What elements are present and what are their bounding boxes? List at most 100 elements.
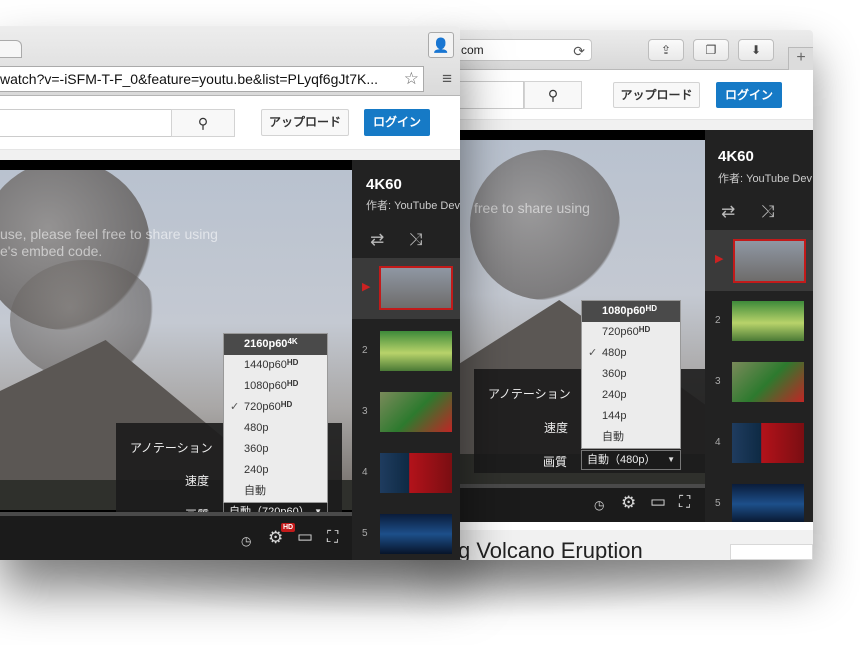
shuffle-icon[interactable]: ⤨ bbox=[761, 202, 775, 222]
playlist-index: 3 bbox=[715, 376, 721, 387]
quality-option[interactable]: 2160p604K bbox=[224, 334, 327, 355]
fullscreen-icon[interactable]: ⛶ bbox=[327, 530, 338, 546]
search-button[interactable]: ⚲ bbox=[524, 81, 582, 109]
playlist-item[interactable]: ▶ bbox=[705, 230, 813, 291]
playlist-item[interactable]: 5 bbox=[705, 474, 813, 522]
thumbnail-show bbox=[732, 423, 804, 463]
quality-option[interactable]: 480p bbox=[224, 418, 327, 439]
quality-option[interactable]: ✓ 720p60HD bbox=[224, 397, 327, 418]
quality-option-label: 1440p60 bbox=[244, 359, 287, 371]
playlist-item[interactable]: 4 bbox=[352, 443, 460, 504]
back-browser-window: com ⟳ ⇪ ❐ ⬇ + ⚲ アップロード ログイン free to shar… bbox=[440, 30, 813, 560]
thumbnail-costume bbox=[380, 392, 452, 432]
menu-icon[interactable]: ≡ bbox=[442, 69, 452, 89]
quality-option[interactable]: 360p bbox=[582, 364, 680, 385]
quality-select[interactable]: 自動（480p） ▼ bbox=[581, 450, 681, 470]
profile-icon: 👤 bbox=[432, 37, 450, 53]
theater-mode-icon[interactable]: ▭ bbox=[297, 528, 313, 545]
quality-option[interactable]: ✓ 480p bbox=[582, 343, 680, 364]
gear-icon[interactable]: ⚙ bbox=[621, 494, 636, 511]
quality-option[interactable]: 360p bbox=[224, 439, 327, 460]
theater-mode-icon[interactable]: ▭ bbox=[650, 493, 666, 510]
address-bar[interactable]: watch?v=-iSFM-T-F_0&feature=youtu.be&lis… bbox=[0, 66, 424, 92]
login-button[interactable]: ログイン bbox=[364, 109, 430, 136]
playlist-item[interactable]: ▶ bbox=[352, 258, 460, 319]
quality-option[interactable]: 1440p60HD bbox=[224, 355, 327, 376]
clock-icon[interactable]: ◷ bbox=[594, 498, 604, 512]
video-watermark-line2: e's embed code. bbox=[0, 243, 103, 259]
search-input[interactable] bbox=[0, 109, 172, 137]
playlist-index: 4 bbox=[362, 467, 368, 478]
playlist-index: 2 bbox=[715, 315, 721, 326]
quality-select-value: 自動（480p） bbox=[587, 454, 656, 466]
video-player[interactable]: free to share using アノテーション 速度 画質 自動（480… bbox=[440, 130, 705, 522]
browser-tab[interactable] bbox=[0, 40, 22, 58]
quality-option[interactable]: 720p60HD bbox=[582, 322, 680, 343]
quality-option[interactable]: 1080p60HD bbox=[582, 301, 680, 322]
speed-label: 速度 bbox=[185, 474, 210, 488]
downloads-button[interactable]: ⬇ bbox=[738, 39, 774, 61]
repeat-icon[interactable]: ⇄ bbox=[370, 230, 384, 250]
fullscreen-icon[interactable]: ⛶ bbox=[679, 495, 690, 511]
upload-button[interactable]: アップロード bbox=[261, 109, 349, 136]
quality-badge: 4K bbox=[287, 337, 298, 346]
shuffle-icon[interactable]: ⤨ bbox=[409, 230, 423, 250]
repeat-icon[interactable]: ⇄ bbox=[721, 202, 735, 222]
upload-button[interactable]: アップロード bbox=[613, 82, 700, 108]
video-player[interactable]: use, please feel free to share using e's… bbox=[0, 160, 352, 560]
reload-icon[interactable]: ⟳ bbox=[573, 41, 585, 61]
thumbnail-show bbox=[380, 453, 452, 493]
player-controls[interactable]: ◷ ⚙ ▭ ⛶ bbox=[440, 484, 705, 522]
page-background bbox=[0, 150, 460, 160]
thumbnail-tunnel bbox=[380, 514, 452, 554]
playlist-author: 作者: YouTube Dev bbox=[366, 200, 460, 212]
quality-menu[interactable]: 1080p60HD 720p60HD ✓ 480p 360p 240p 144p 自動 bbox=[581, 300, 681, 449]
quality-option-label: 240p bbox=[602, 389, 627, 401]
check-icon: ✓ bbox=[588, 347, 598, 359]
playlist-item[interactable]: 3 bbox=[705, 352, 813, 413]
search-button[interactable]: ⚲ bbox=[171, 109, 235, 137]
share-icon: ⇪ bbox=[660, 43, 672, 57]
playlist-item[interactable]: 3 bbox=[352, 382, 460, 443]
video-title: g Volcano Eruption bbox=[458, 538, 643, 560]
playlist-item[interactable]: 4 bbox=[705, 413, 813, 474]
quality-option-label: 2160p60 bbox=[244, 338, 288, 350]
login-button[interactable]: ログイン bbox=[716, 82, 782, 108]
video-watermark: use, please feel free to share using bbox=[0, 226, 218, 242]
tabs-overview-button[interactable]: ❐ bbox=[693, 39, 729, 61]
hd-badge: HD bbox=[281, 523, 296, 532]
playlist-item[interactable]: 2 bbox=[352, 321, 460, 382]
player-controls[interactable]: ◷ ⚙ HD ▭ ⛶ bbox=[0, 512, 352, 560]
safari-toolbar: com ⟳ ⇪ ❐ ⬇ + bbox=[440, 30, 813, 70]
quality-option[interactable]: 自動 bbox=[582, 427, 680, 448]
quality-option[interactable]: 144p bbox=[582, 406, 680, 427]
quality-option-label: 360p bbox=[602, 368, 627, 380]
progress-bar[interactable] bbox=[440, 484, 705, 488]
quality-badge: HD bbox=[280, 400, 293, 409]
address-bar[interactable]: com ⟳ bbox=[440, 39, 592, 61]
gear-icon[interactable]: ⚙ bbox=[268, 529, 283, 546]
playlist-index: 2 bbox=[362, 345, 368, 356]
playlist-item[interactable]: 2 bbox=[705, 291, 813, 352]
playlist-index: 5 bbox=[362, 528, 368, 539]
clock-icon[interactable]: ◷ bbox=[241, 534, 251, 548]
quality-badge: HD bbox=[638, 325, 651, 334]
window-shadow bbox=[40, 560, 800, 620]
quality-option[interactable]: 自動 bbox=[224, 481, 327, 502]
quality-label: 画質 bbox=[543, 455, 568, 469]
playlist-item[interactable]: 5 bbox=[352, 504, 460, 560]
playlist-index: 5 bbox=[715, 498, 721, 509]
bookmark-star-icon[interactable]: ☆ bbox=[404, 67, 419, 91]
download-icon: ⬇ bbox=[750, 43, 762, 57]
new-tab-button[interactable]: + bbox=[788, 47, 813, 70]
quality-menu[interactable]: 2160p604K 1440p60HD 1080p60HD ✓ 720p60HD 480p… bbox=[223, 333, 328, 503]
quality-option[interactable]: 240p bbox=[224, 460, 327, 481]
share-button[interactable]: ⇪ bbox=[648, 39, 684, 61]
profile-button[interactable]: 👤 bbox=[428, 32, 454, 58]
search-icon: ⚲ bbox=[547, 87, 559, 103]
now-playing-icon: ▶ bbox=[715, 253, 724, 265]
quality-option[interactable]: 1080p60HD bbox=[224, 376, 327, 397]
youtube-header: ⚲ アップロード ログイン bbox=[0, 96, 460, 150]
progress-bar[interactable] bbox=[0, 512, 352, 516]
quality-option[interactable]: 240p bbox=[582, 385, 680, 406]
